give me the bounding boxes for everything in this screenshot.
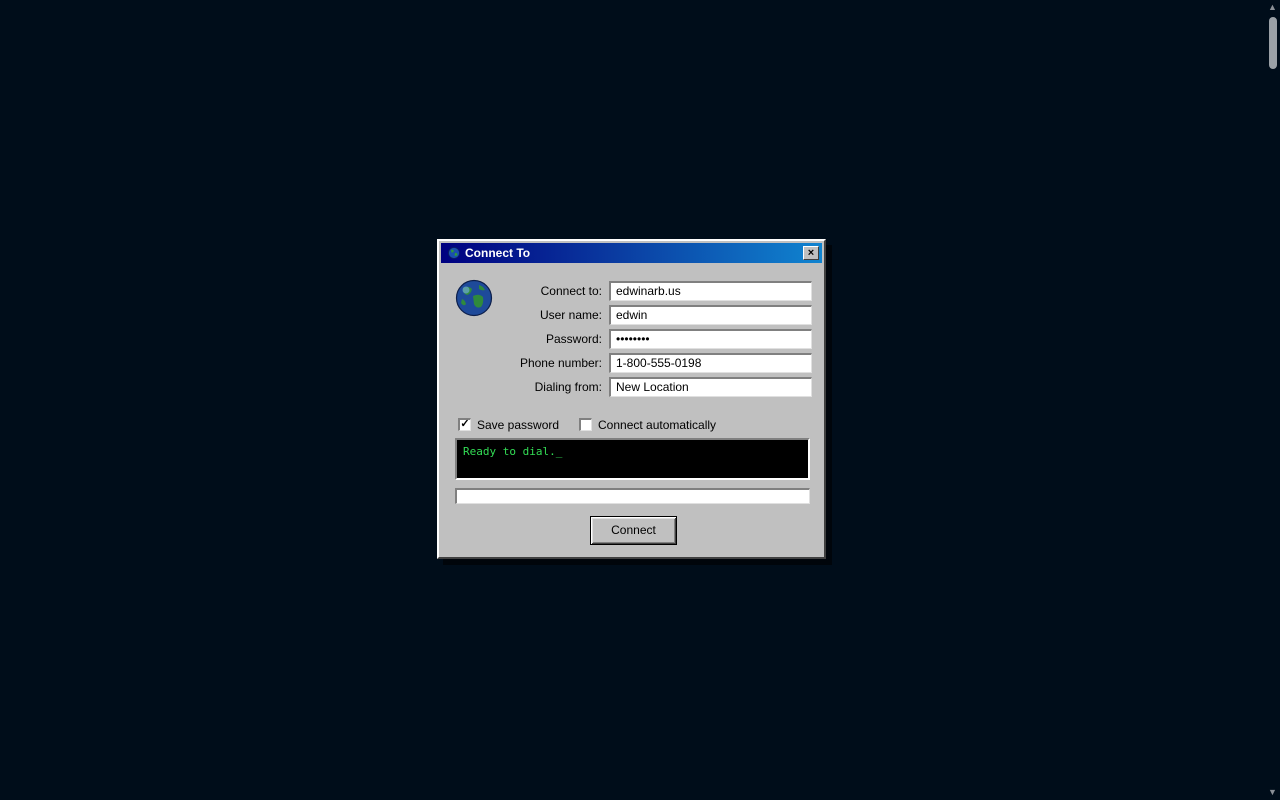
globe-icon	[455, 279, 493, 317]
scroll-up-arrow-icon[interactable]: ▲	[1265, 0, 1280, 15]
dialing-from-row: Dialing from: New Location	[499, 377, 813, 397]
password-row: Password: ••••••••	[499, 329, 813, 349]
user-name-row: User name: edwin	[499, 305, 813, 325]
status-text: Ready to dial._	[463, 445, 563, 458]
save-password-checkbox[interactable]: ✓	[458, 418, 471, 431]
dialing-from-input[interactable]: New Location	[609, 377, 812, 397]
progress-bar	[455, 488, 810, 504]
connect-button[interactable]: Connect	[590, 516, 677, 545]
phone-number-label: Phone number:	[519, 356, 602, 370]
save-password-label[interactable]: Save password	[477, 418, 559, 432]
title-bar[interactable]: Connect To ×	[441, 243, 822, 263]
connect-automatically-label[interactable]: Connect automatically	[598, 418, 716, 432]
status-terminal: Ready to dial._	[455, 438, 810, 480]
page-scrollbar[interactable]: ▲ ▼	[1265, 0, 1280, 800]
close-button[interactable]: ×	[803, 246, 819, 260]
dialing-from-label: Dialing from:	[534, 380, 602, 394]
phone-number-input[interactable]: 1-800-555-0198	[609, 353, 812, 373]
user-name-label: User name:	[539, 308, 602, 322]
connect-to-dialog: Connect To × Connect to: edwinarb.us Use…	[437, 239, 826, 559]
window-title: Connect To	[465, 246, 531, 260]
phone-number-row: Phone number: 1-800-555-0198	[499, 353, 813, 373]
scroll-down-arrow-icon[interactable]: ▼	[1265, 785, 1280, 800]
connect-automatically-checkbox[interactable]	[579, 418, 592, 431]
connect-to-input[interactable]: edwinarb.us	[609, 281, 812, 301]
globe-icon	[448, 247, 460, 259]
password-input[interactable]: ••••••••	[609, 329, 812, 349]
connect-to-label: Connect to:	[540, 284, 602, 298]
user-name-input[interactable]: edwin	[609, 305, 812, 325]
connect-to-row: Connect to: edwinarb.us	[499, 281, 813, 301]
password-label: Password:	[545, 332, 602, 346]
scrollbar-thumb[interactable]	[1269, 17, 1277, 69]
